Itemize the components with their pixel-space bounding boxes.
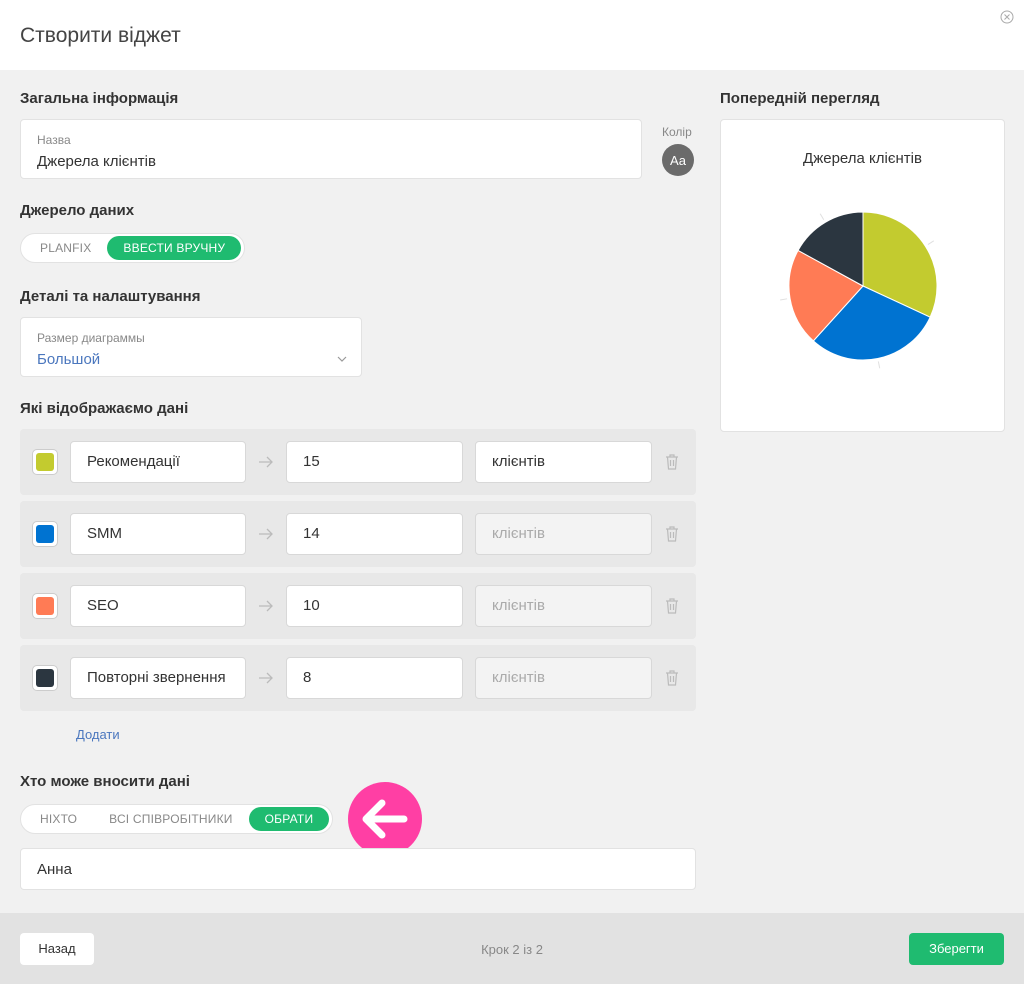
- data-row: SMM 14 клієнтів: [20, 501, 696, 567]
- source-toggle: PLANFIX ВВЕСТИ ВРУЧНУ: [20, 233, 246, 263]
- row-value-input[interactable]: 15: [286, 441, 463, 483]
- trash-icon[interactable]: [664, 453, 680, 471]
- row-value-input[interactable]: 10: [286, 585, 463, 627]
- data-row: SEO 10 клієнтів: [20, 573, 696, 639]
- row-name-input[interactable]: Рекомендації: [70, 441, 246, 483]
- size-select[interactable]: Размер диаграммы Большой: [20, 317, 362, 377]
- modal-header: Створити віджет: [0, 0, 1024, 70]
- arrow-right-icon: [259, 528, 273, 540]
- row-name-input[interactable]: SEO: [70, 585, 246, 627]
- name-field[interactable]: Назва Джерела клієнтів: [20, 119, 642, 179]
- source-option-manual[interactable]: ВВЕСТИ ВРУЧНУ: [107, 236, 242, 260]
- row-unit-input[interactable]: клієнтів: [475, 441, 652, 483]
- size-select-label: Размер диаграммы: [37, 331, 145, 345]
- color-swatch[interactable]: [32, 665, 58, 691]
- pie-slice-tick: [819, 213, 825, 221]
- color-picker-button[interactable]: Aa: [662, 144, 694, 176]
- access-toggle: НІХТО ВСІ СПІВРОБІТНИКИ ОБРАТИ: [20, 804, 334, 834]
- row-unit-input: клієнтів: [475, 513, 652, 555]
- add-row-link[interactable]: Додати: [76, 727, 120, 742]
- details-heading: Деталі та налаштування: [20, 288, 201, 305]
- size-select-value: Большой: [37, 351, 101, 368]
- access-option-choose[interactable]: ОБРАТИ: [248, 807, 330, 831]
- preview-heading: Попередній перегляд: [720, 90, 880, 107]
- data-heading: Які відображаємо дані: [20, 400, 189, 417]
- data-row: Повторні звернення 8 клієнтів: [20, 645, 696, 711]
- selected-user: Анна: [37, 861, 72, 878]
- trash-icon[interactable]: [664, 597, 680, 615]
- arrow-right-icon: [259, 672, 273, 684]
- preview-card: Джерела клієнтів: [720, 119, 1005, 432]
- chevron-down-icon: [337, 356, 347, 362]
- close-icon[interactable]: [1000, 10, 1014, 24]
- trash-icon[interactable]: [664, 525, 680, 543]
- source-option-planfix[interactable]: PLANFIX: [24, 236, 107, 260]
- modal-title: Створити віджет: [20, 24, 181, 47]
- pie-slice-tick: [927, 240, 935, 245]
- data-row: Рекомендації 15 клієнтів: [20, 429, 696, 495]
- trash-icon[interactable]: [664, 669, 680, 687]
- modal-footer: Назад Крок 2 із 2 Зберегти: [0, 913, 1024, 984]
- user-select-field[interactable]: Анна: [20, 848, 696, 890]
- name-field-value[interactable]: Джерела клієнтів: [37, 153, 156, 170]
- arrow-right-icon: [259, 600, 273, 612]
- general-heading: Загальна інформація: [20, 90, 179, 107]
- row-value-input[interactable]: 8: [286, 657, 463, 699]
- source-heading: Джерело даних: [20, 202, 135, 219]
- row-value-input[interactable]: 14: [286, 513, 463, 555]
- access-option-nobody[interactable]: НІХТО: [24, 807, 93, 831]
- row-name-input[interactable]: SMM: [70, 513, 246, 555]
- color-swatch[interactable]: [32, 593, 58, 619]
- row-unit-input: клієнтів: [475, 657, 652, 699]
- step-indicator: Крок 2 із 2: [481, 942, 543, 957]
- arrow-right-icon: [259, 456, 273, 468]
- color-swatch[interactable]: [32, 449, 58, 475]
- row-unit-input: клієнтів: [475, 585, 652, 627]
- row-name-input[interactable]: Повторні звернення: [70, 657, 246, 699]
- color-swatch[interactable]: [32, 521, 58, 547]
- access-option-all[interactable]: ВСІ СПІВРОБІТНИКИ: [93, 807, 249, 831]
- pie-chart: [780, 211, 938, 369]
- save-button[interactable]: Зберегти: [909, 933, 1004, 965]
- pie-slice-tick: [780, 298, 788, 301]
- name-field-label: Назва: [37, 133, 71, 147]
- access-heading: Хто може вносити дані: [20, 773, 190, 790]
- pie-slice-tick: [877, 361, 881, 369]
- pointer-arrow-icon: [348, 782, 422, 856]
- color-label: Колір: [662, 125, 692, 139]
